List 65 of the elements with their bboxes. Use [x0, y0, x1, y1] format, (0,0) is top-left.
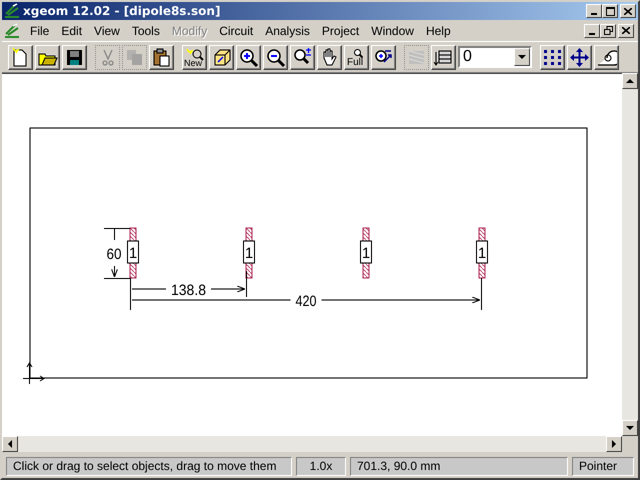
minimize-icon [591, 13, 597, 15]
zoom-out-button[interactable] [263, 44, 288, 70]
level-dropdown[interactable]: 0 [458, 46, 532, 68]
scroll-up-button[interactable] [622, 73, 638, 89]
move-arrows-button[interactable] [567, 44, 592, 70]
scroll-down-button[interactable] [622, 420, 638, 436]
new-object-button[interactable]: New [182, 44, 207, 70]
clipboard-button[interactable] [149, 44, 174, 70]
dimension-label: 60 [106, 246, 124, 263]
close-icon [624, 8, 632, 14]
port-label[interactable]: 1 [243, 240, 255, 264]
floppy-disk-button[interactable] [62, 44, 87, 70]
restore-icon [604, 26, 612, 35]
port-label[interactable]: 1 [476, 240, 488, 264]
hand-button[interactable] [317, 44, 342, 70]
menu-item[interactable]: View [88, 24, 126, 38]
dimension-label: 138.8 [171, 282, 209, 299]
minimize-button[interactable] [584, 24, 600, 38]
scroll-left-button[interactable] [2, 436, 18, 452]
zoom-in-icon [238, 46, 259, 68]
layers-button[interactable] [431, 44, 456, 70]
menu-item[interactable]: Edit [55, 24, 88, 38]
zoom-button[interactable] [290, 44, 315, 70]
scroll-right-button[interactable] [606, 436, 622, 452]
zoom-icon [354, 48, 363, 58]
zoom-move-button[interactable] [371, 44, 396, 70]
clipboard-icon [151, 46, 172, 68]
status-pane: 1.0x [296, 456, 346, 476]
maximize-icon [606, 6, 614, 16]
port-label[interactable]: 1 [360, 240, 372, 264]
horizontal-scrollbar[interactable] [2, 436, 622, 452]
window-title: xgeom 12.02 - [dipole8s.son] [23, 4, 222, 18]
minimize-button[interactable] [586, 4, 602, 18]
zoom-out-icon [265, 46, 286, 68]
tape-measure-button[interactable] [594, 44, 619, 70]
restore-button[interactable] [600, 24, 616, 38]
close-button[interactable] [620, 4, 636, 18]
port-label[interactable]: 1 [127, 240, 139, 264]
minimize-icon [589, 32, 595, 34]
menu-item[interactable]: File [24, 24, 56, 38]
maximize-button[interactable] [602, 4, 618, 18]
menu-item[interactable]: Tools [126, 24, 166, 38]
file-button[interactable] [8, 44, 33, 70]
zoom-button[interactable]: Full [344, 44, 369, 70]
status-pane: Pointer [572, 456, 634, 476]
move-arrows-icon [569, 46, 590, 68]
vertical-scrollbar[interactable] [622, 73, 638, 436]
close-icon [622, 27, 630, 34]
grid-button[interactable] [540, 44, 565, 70]
document-icon [4, 22, 20, 38]
origin-axes-icon [22, 362, 45, 384]
folder-button[interactable] [35, 44, 60, 70]
status-pane: Click or drag to select objects, drag to move them [6, 456, 292, 476]
close-button[interactable] [618, 24, 634, 38]
cube-button[interactable] [209, 44, 234, 70]
status-pane: 701.3, 90.0 mm [350, 456, 568, 476]
menu-item[interactable]: Help [420, 24, 457, 38]
dropdown-button[interactable] [514, 48, 530, 66]
app-icon [4, 3, 20, 19]
menu-item[interactable]: Project [316, 24, 366, 38]
zoom-in-button[interactable] [236, 44, 261, 70]
menu-item[interactable]: Window [365, 24, 420, 38]
menu-item[interactable]: Circuit [213, 24, 260, 38]
dimension-label: 420 [296, 293, 321, 310]
menu-item[interactable]: Analysis [259, 24, 316, 38]
